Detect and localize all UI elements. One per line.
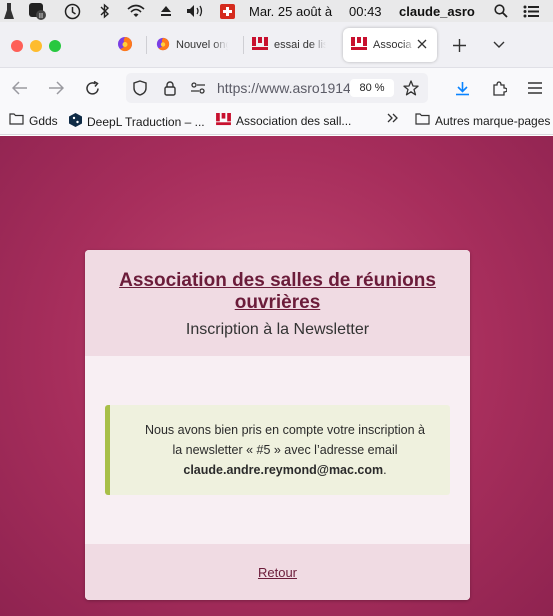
card-footer: Retour — [85, 544, 470, 600]
firefox-icon — [156, 37, 170, 54]
close-window-button[interactable] — [11, 40, 23, 52]
bookmark-association[interactable]: Association des sall... — [216, 113, 351, 129]
site-permissions-icon[interactable] — [186, 76, 210, 100]
firefox-icon — [117, 36, 133, 55]
tab-association-active[interactable]: Associa — [343, 28, 437, 62]
bookmark-star-icon[interactable] — [399, 76, 423, 100]
back-link[interactable]: Retour — [85, 565, 470, 580]
zoom-level-button[interactable]: 80 % — [350, 79, 394, 97]
time-machine-icon[interactable] — [62, 0, 82, 22]
maximize-window-button[interactable] — [49, 40, 61, 52]
tab-label: Nouvel onglet — [176, 39, 228, 51]
tracking-protection-shield-icon[interactable] — [128, 76, 152, 100]
bookmark-label: Association des sall... — [236, 114, 352, 128]
menubar-date[interactable]: Mar. 25 août à — [249, 0, 349, 22]
web-page: Association des salles de réunions ouvri… — [0, 136, 553, 616]
bookmark-gdds[interactable]: Gdds — [9, 113, 58, 128]
tab-label: Associa — [373, 39, 412, 51]
eject-icon[interactable] — [158, 0, 174, 22]
spotlight-search-icon[interactable] — [492, 0, 510, 22]
minimize-window-button[interactable] — [30, 40, 42, 52]
card-header: Association des salles de réunions ouvri… — [85, 250, 470, 356]
tool-icon[interactable] — [2, 0, 16, 22]
success-message: Nous avons bien pris en compte votre ins… — [105, 405, 450, 495]
swiss-flag-icon[interactable] — [218, 0, 236, 22]
bookmark-label: Autres marque-pages — [435, 113, 551, 128]
more-bookmarks-chevron-icon[interactable] — [387, 113, 399, 123]
bookmark-label: DeepL Traduction – ... — [87, 114, 205, 129]
message-line-2: la newsletter « #5 » avec l’adresse emai… — [172, 443, 398, 457]
tab-essai[interactable]: essai de lis — [252, 28, 334, 62]
email-address: claude.andre.reymond@mac.com — [183, 463, 384, 477]
close-tab-icon[interactable] — [417, 39, 427, 52]
deepl-icon — [69, 113, 82, 130]
bookmark-other[interactable]: Autres marque-pages — [415, 113, 550, 128]
folder-icon — [9, 113, 24, 128]
downloads-icon[interactable] — [450, 76, 474, 100]
new-tab-button[interactable] — [447, 33, 471, 57]
confirmation-card: Association des salles de réunions ouvri… — [85, 250, 470, 600]
bookmark-label: Gdds — [29, 113, 58, 128]
bluetooth-icon[interactable] — [97, 0, 113, 22]
app-status-icon[interactable]: II — [26, 0, 48, 22]
control-center-icon[interactable] — [520, 0, 542, 22]
lock-icon[interactable] — [158, 76, 182, 100]
bookmark-deepl[interactable]: DeepL Traduction – ... — [69, 113, 205, 130]
tab-label: essai de lis — [274, 39, 326, 51]
list-tabs-button[interactable] — [487, 33, 511, 57]
url-bar[interactable]: https://www.asro1914 80 % — [126, 73, 428, 103]
url-text[interactable]: https://www.asro1914 — [217, 80, 350, 96]
tab-firefox-home[interactable] — [110, 28, 140, 62]
tab-bar: Nouvel onglet essai de lis Associa — [0, 22, 553, 68]
page-title[interactable]: Association des salles de réunions ouvri… — [95, 270, 460, 314]
folder-icon — [415, 113, 430, 128]
wifi-icon[interactable] — [125, 0, 147, 22]
menubar-time[interactable]: 00:43 — [349, 0, 389, 22]
svg-text:II: II — [39, 12, 43, 20]
volume-icon[interactable] — [184, 0, 208, 22]
navigation-toolbar: https://www.asro1914 80 % — [0, 68, 553, 108]
asro-logo-icon — [216, 113, 231, 129]
tab-new-tab[interactable]: Nouvel onglet — [156, 28, 238, 62]
extensions-icon[interactable] — [487, 76, 511, 100]
hamburger-menu-icon[interactable] — [523, 76, 547, 100]
message-line-1: Nous avons bien pris en compte votre ins… — [144, 423, 425, 437]
asro-logo-icon — [252, 36, 268, 54]
macos-menubar: II Mar. 25 août à 00:43 claude_asro — [0, 0, 553, 22]
back-button[interactable] — [8, 76, 32, 100]
page-subtitle: Inscription à la Newsletter — [185, 321, 370, 338]
bookmarks-toolbar: Gdds DeepL Traduction – ... Association … — [0, 108, 553, 135]
reload-button[interactable] — [80, 76, 104, 100]
menubar-user[interactable]: claude_asro — [399, 0, 483, 22]
asro-logo-icon — [351, 36, 367, 54]
forward-button[interactable] — [44, 76, 68, 100]
